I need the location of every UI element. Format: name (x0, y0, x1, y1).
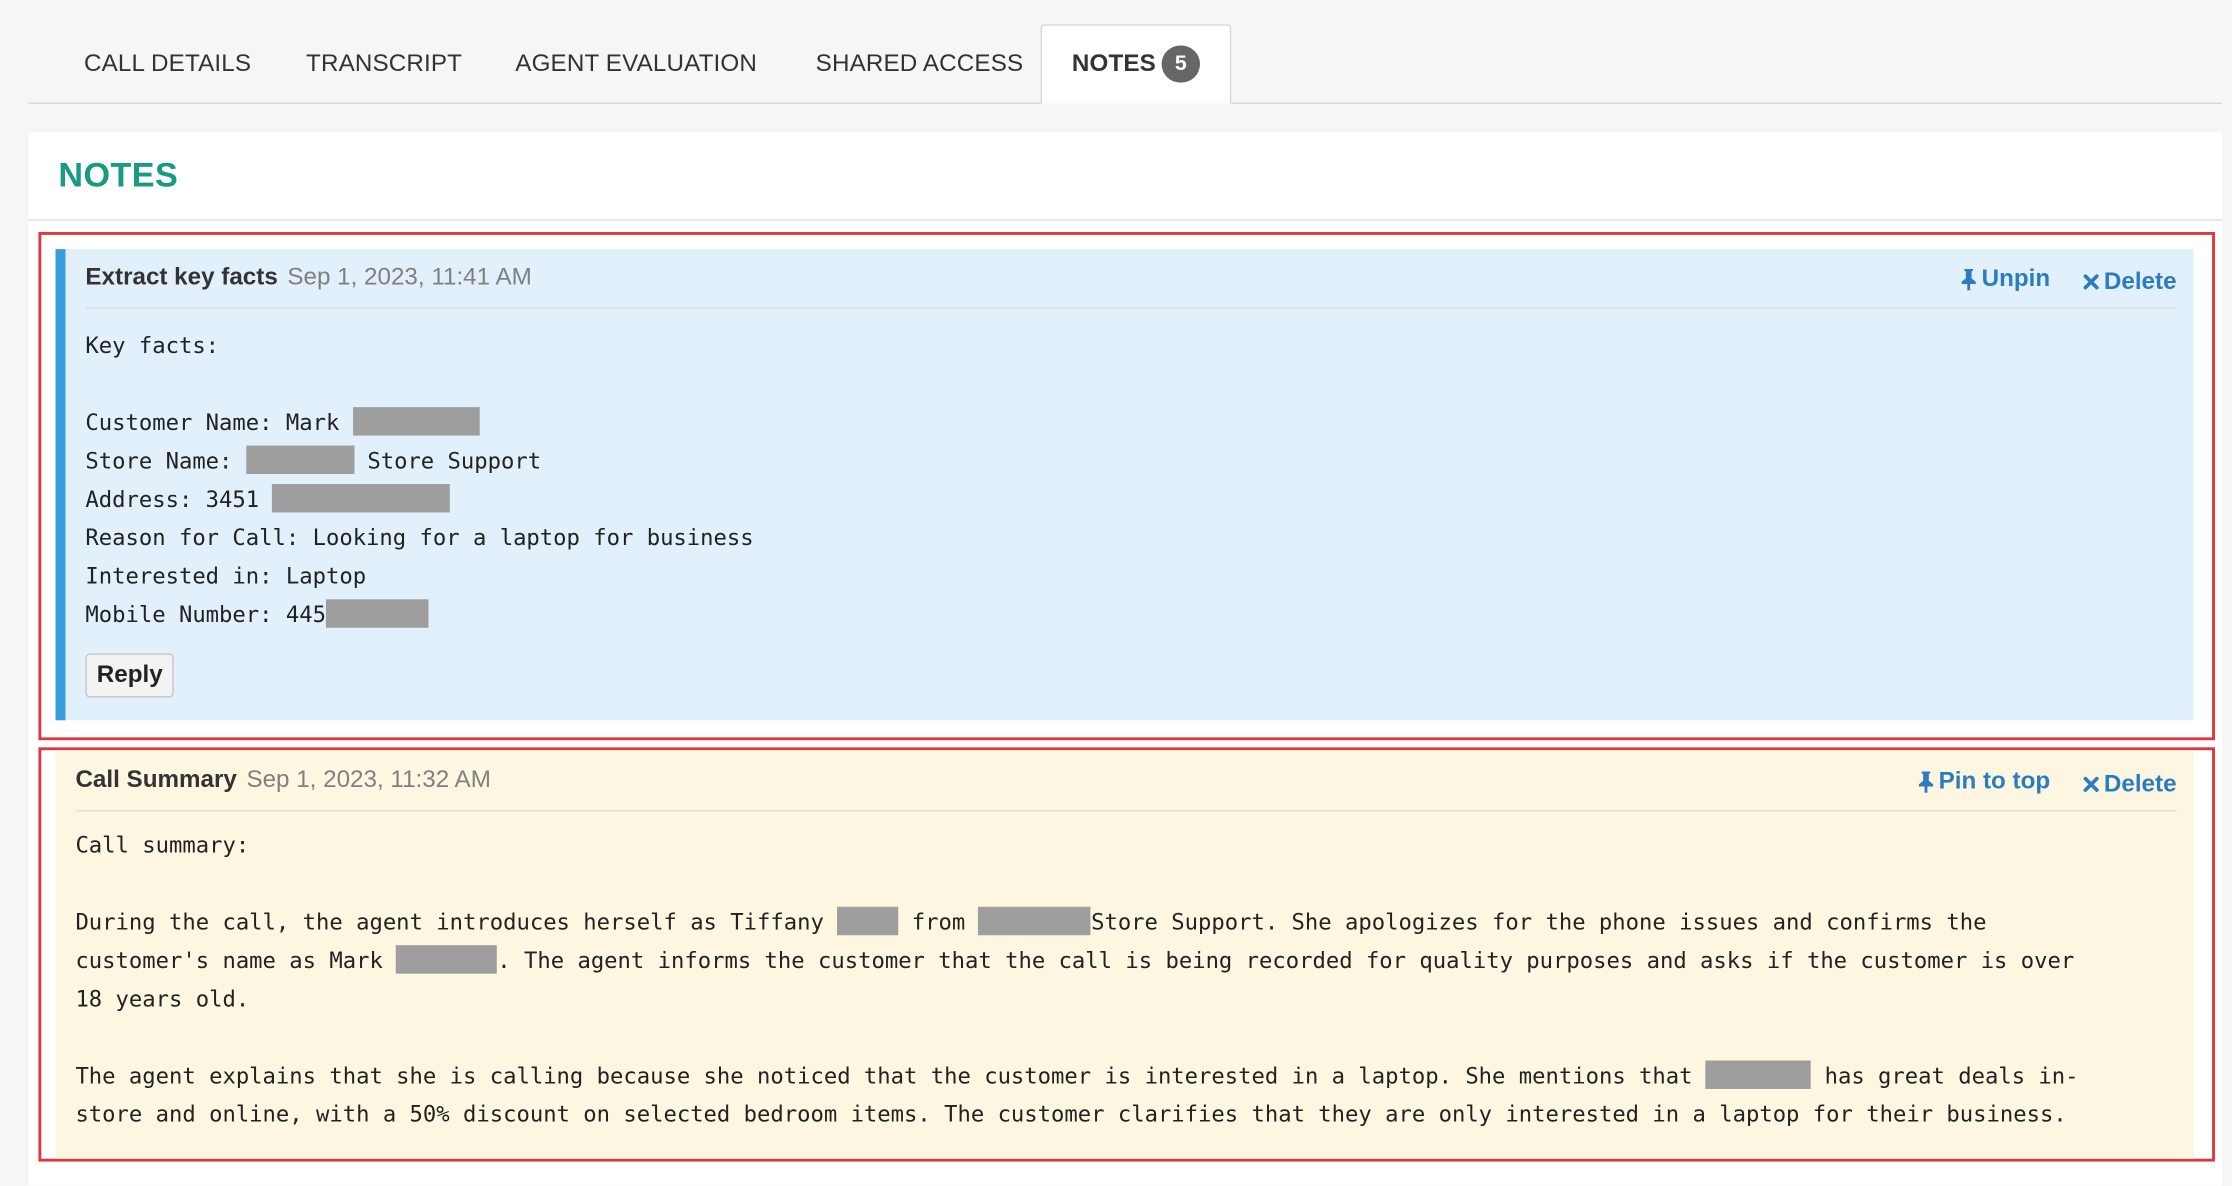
note-text: has great deals in- (1811, 1063, 2079, 1089)
note-line: 18 years old. (75, 986, 250, 1013)
note-text: . The agent informs the customer that th… (497, 948, 2075, 974)
redaction-block (352, 407, 480, 436)
note-text: Address: 3451 (85, 486, 273, 513)
note-header: Extract key facts Sep 1, 2023, 11:41 AM (85, 263, 531, 291)
note-card: Call Summary Sep 1, 2023, 11:32 AM Pin t… (55, 750, 2194, 1159)
pushpin-icon (1961, 268, 1976, 290)
note-line: store and online, with a 50% discount on… (75, 1101, 2067, 1128)
pin-to-top-label: Pin to top (1938, 767, 2051, 795)
tab-notes[interactable]: NOTES 5 (1040, 24, 1232, 104)
note-text: During the call, the agent introduces he… (75, 909, 838, 936)
tab-bar: CALL DETAILS TRANSCRIPT AGENT EVALUATION… (28, 0, 2223, 104)
redaction-block (1705, 1060, 1812, 1089)
note-line: customer's name as Mark . The agent info… (75, 942, 2074, 980)
divider (28, 219, 2223, 221)
note-line: Mobile Number: 445 (85, 596, 429, 634)
tab-label: AGENT EVALUATION (515, 49, 757, 77)
note-line: Reason for Call: Looking for a laptop fo… (85, 525, 754, 551)
note-actions: Pin to top Delete (1892, 767, 2177, 799)
tab-label: SHARED ACCESS (815, 49, 1024, 77)
redaction-block (837, 906, 899, 936)
note-text: Customer Name: Mark (85, 409, 353, 436)
delete-label: Delete (2103, 266, 2177, 294)
tab-label: NOTES (1071, 49, 1156, 77)
note-text: Store Name: (85, 448, 246, 475)
redaction-block (245, 445, 354, 475)
tab-label: TRANSCRIPT (306, 49, 463, 77)
page-title: NOTES (58, 156, 179, 196)
unpin-label: Unpin (1981, 264, 2051, 292)
note-line: Interested in: Laptop (85, 563, 367, 590)
redaction-block (396, 945, 498, 974)
unpin-button[interactable]: Unpin (1960, 265, 2050, 293)
note-line: Key facts: (85, 333, 220, 359)
note-text: Store Support (353, 448, 542, 475)
app-root: CALL DETAILS TRANSCRIPT AGENT EVALUATION… (0, 0, 2232, 1186)
tab-call-details[interactable]: CALL DETAILS (54, 26, 281, 103)
note-line: Call summary: (75, 832, 250, 859)
tab-label: CALL DETAILS (83, 49, 252, 77)
note-title: Extract key facts (85, 263, 278, 291)
note-timestamp: Sep 1, 2023, 11:41 AM (287, 263, 532, 291)
tab-agent-evaluation[interactable]: AGENT EVALUATION (485, 26, 786, 103)
notes-count-badge: 5 (1161, 45, 1201, 83)
note-line: Store Name: Store Support (85, 443, 541, 481)
delete-label: Delete (2103, 769, 2177, 797)
note-text: The agent explains that she is calling b… (75, 1063, 1706, 1089)
note-card-pinned: Extract key facts Sep 1, 2023, 11:41 AM … (55, 249, 2194, 721)
note-text: customer's name as Mark (75, 948, 397, 974)
reply-button[interactable]: Reply (85, 653, 175, 698)
redaction-block (978, 906, 1092, 936)
note-actions: Unpin Delete (1935, 265, 2177, 297)
note-header: Call Summary Sep 1, 2023, 11:32 AM (75, 766, 490, 794)
close-icon (2083, 273, 2099, 289)
redaction-block (272, 483, 451, 513)
note-text: Mobile Number: 445 (85, 602, 326, 628)
note-line: Customer Name: Mark (85, 404, 480, 442)
note-title: Call Summary (75, 765, 237, 793)
close-icon (2083, 776, 2099, 792)
delete-button[interactable]: Delete (2083, 769, 2177, 797)
pin-to-top-button[interactable]: Pin to top (1917, 767, 2050, 795)
delete-button[interactable]: Delete (2083, 267, 2177, 295)
tab-shared-access[interactable]: SHARED ACCESS (786, 26, 1053, 103)
divider (85, 307, 2177, 309)
note-timestamp: Sep 1, 2023, 11:32 AM (246, 765, 491, 793)
divider (75, 809, 2177, 812)
note-text: from (898, 909, 979, 936)
note-line: Address: 3451 (85, 481, 451, 519)
note-line: The agent explains that she is calling b… (75, 1058, 2079, 1096)
note-text: Store Support. She apologizes for the ph… (1091, 909, 1987, 936)
redaction-block (325, 599, 429, 628)
pushpin-icon (1918, 770, 1933, 793)
tab-transcript[interactable]: TRANSCRIPT (276, 26, 492, 103)
note-line: During the call, the agent introduces he… (75, 904, 1986, 942)
